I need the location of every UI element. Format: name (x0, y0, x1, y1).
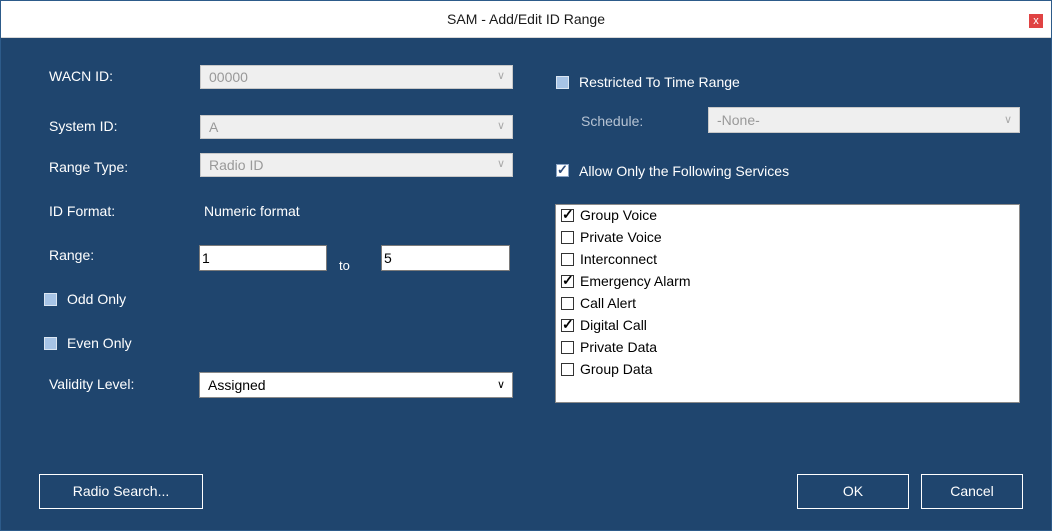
system-id-select[interactable]: A ∨ (200, 115, 513, 139)
radio-search-button[interactable]: Radio Search... (39, 474, 203, 509)
dialog-window: SAM - Add/Edit ID Range x WACN ID: 00000… (0, 0, 1052, 531)
restricted-time-checkbox[interactable] (556, 76, 569, 89)
system-id-label: System ID: (49, 118, 118, 134)
chevron-down-icon: ∨ (1003, 114, 1012, 126)
schedule-label: Schedule: (581, 113, 644, 129)
service-label: Emergency Alarm (580, 273, 691, 289)
allow-only-services-checkbox[interactable] (556, 162, 569, 178)
id-format-label: ID Format: (49, 203, 116, 219)
service-checkbox[interactable] (561, 253, 574, 266)
service-checkbox[interactable] (561, 297, 574, 310)
service-checkbox[interactable] (561, 341, 574, 354)
check-icon[interactable] (561, 206, 574, 223)
odd-only-checkbox[interactable] (44, 293, 57, 306)
validity-level-value: Assigned (208, 377, 266, 393)
schedule-select[interactable]: -None- ∨ (708, 107, 1020, 133)
range-label: Range: (49, 247, 95, 263)
system-id-value: A (209, 119, 219, 135)
schedule-value: -None- (717, 112, 760, 128)
range-type-label: Range Type: (49, 159, 129, 175)
check-icon[interactable] (561, 272, 574, 289)
restricted-time-label: Restricted To Time Range (579, 74, 740, 90)
chevron-down-icon: ∨ (496, 158, 505, 170)
check-icon[interactable] (561, 316, 574, 333)
service-label: Group Voice (580, 207, 658, 223)
odd-only-label: Odd Only (67, 291, 127, 307)
window-title: SAM - Add/Edit ID Range (447, 11, 605, 27)
range-to-input[interactable] (381, 245, 510, 271)
validity-level-label: Validity Level: (49, 376, 135, 392)
service-label: Private Voice (580, 229, 662, 245)
close-icon[interactable]: x (1029, 14, 1043, 28)
even-only-checkbox[interactable] (44, 337, 57, 350)
chevron-down-icon: ∨ (496, 70, 505, 82)
range-type-select[interactable]: Radio ID ∨ (200, 153, 513, 177)
chevron-down-icon: ∨ (496, 120, 505, 132)
ok-button[interactable]: OK (797, 474, 909, 509)
allow-only-services-label: Allow Only the Following Services (579, 163, 790, 179)
validity-level-select[interactable]: Assigned ∨ (199, 372, 513, 398)
service-checkbox[interactable] (561, 363, 574, 376)
cancel-button[interactable]: Cancel (921, 474, 1023, 509)
range-from-input[interactable] (199, 245, 327, 271)
services-listbox[interactable]: Group Voice Private Voice Interconnect E… (555, 204, 1020, 403)
service-label: Interconnect (580, 251, 658, 267)
service-label: Call Alert (580, 295, 637, 311)
service-label: Private Data (580, 339, 658, 355)
range-type-value: Radio ID (209, 157, 264, 173)
service-checkbox[interactable] (561, 231, 574, 244)
wacn-id-value: 00000 (209, 69, 248, 85)
range-to-label: to (339, 258, 350, 273)
id-format-value: Numeric format (204, 203, 300, 219)
chevron-down-icon: ∨ (496, 379, 505, 391)
service-label: Digital Call (580, 317, 647, 333)
title-bar[interactable]: SAM - Add/Edit ID Range x (1, 1, 1051, 38)
wacn-id-select[interactable]: 00000 ∨ (200, 65, 513, 89)
even-only-label: Even Only (67, 335, 132, 351)
service-label: Group Data (580, 361, 653, 377)
wacn-id-label: WACN ID: (49, 68, 114, 84)
